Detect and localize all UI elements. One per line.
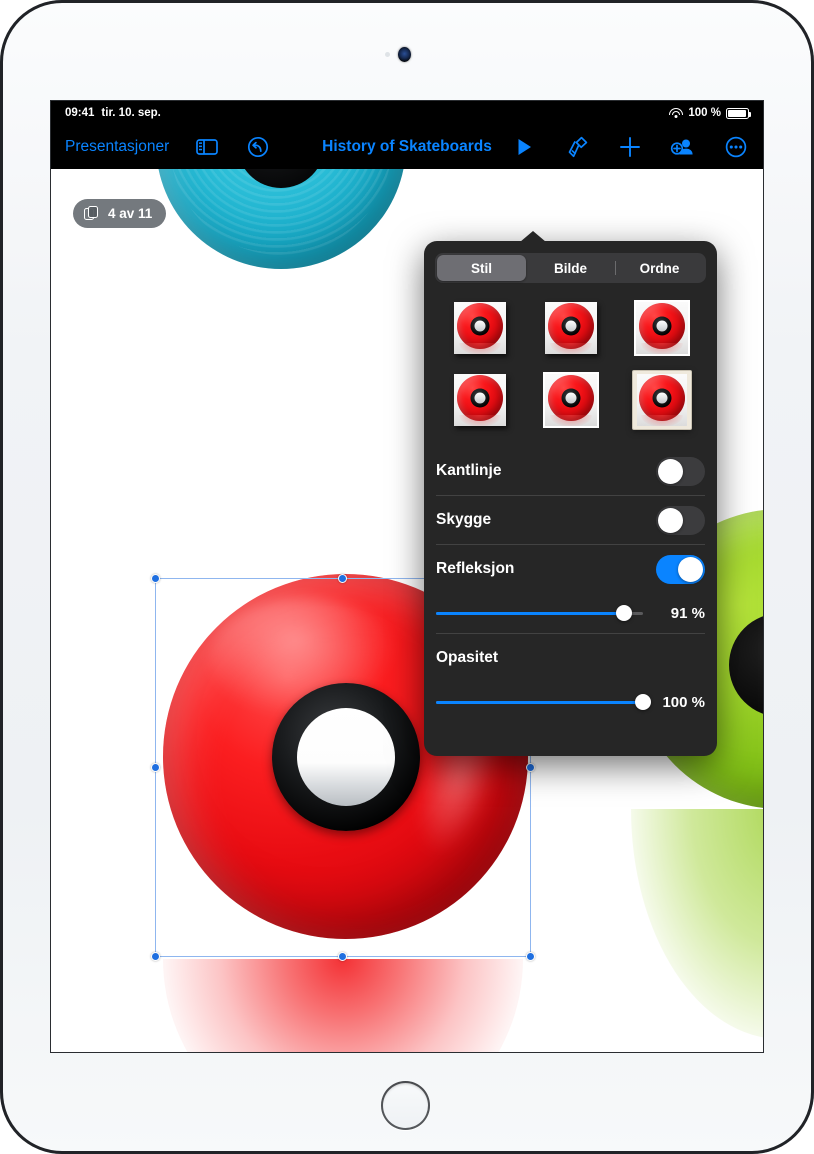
more-ellipsis-icon[interactable]	[723, 134, 749, 160]
ambient-light-sensor	[385, 52, 390, 57]
battery-icon	[726, 107, 752, 119]
refleksjon-label: Refleksjon	[436, 560, 515, 577]
refleksjon-slider[interactable]	[436, 603, 643, 623]
undo-icon[interactable]	[245, 134, 271, 160]
cyan-wheel-image[interactable]	[156, 169, 406, 269]
resize-handle-bottom-center[interactable]	[338, 952, 347, 961]
slide-counter-badge[interactable]: 4 av 11	[73, 199, 167, 228]
refleksjon-slider-row: 91 %	[436, 593, 705, 633]
tab-bilde[interactable]: Bilde	[526, 255, 615, 281]
back-to-presentations-button[interactable]: Presentasjoner	[65, 138, 169, 156]
play-icon[interactable]	[511, 134, 537, 160]
status-bar-right: 100 %	[669, 107, 752, 119]
style-option-3[interactable]	[633, 299, 691, 357]
refleksjon-slider-value: 91 %	[670, 604, 705, 622]
image-style-grid	[434, 299, 707, 429]
opasitet-slider[interactable]	[436, 692, 651, 712]
slide-stack-icon	[84, 205, 100, 222]
toolbar-right-group	[511, 134, 749, 160]
add-person-icon[interactable]	[670, 134, 696, 160]
refleksjon-toggle[interactable]	[656, 554, 705, 584]
opasitet-slider-knob[interactable]	[635, 694, 651, 710]
skygge-label: Skygge	[436, 511, 492, 528]
resize-handle-top-center[interactable]	[338, 574, 347, 583]
cyan-wheel-texture	[170, 169, 392, 255]
resize-handle-middle-right[interactable]	[526, 762, 535, 772]
style-option-6-selected[interactable]	[632, 371, 691, 429]
ipad-screen: 09:41 tir. 10. sep. 100 % History of Ska…	[51, 101, 763, 1052]
popover-tab-bar: Stil Bilde Ordne	[435, 253, 706, 283]
green-wheel-reflection	[631, 809, 763, 1039]
status-date: tir. 10. sep.	[101, 107, 161, 119]
kantlinje-toggle[interactable]	[656, 456, 705, 486]
status-time: 09:41	[65, 107, 95, 119]
opasitet-slider-row: 100 %	[436, 682, 705, 722]
app-toolbar: History of Skateboards Presentasjoner	[51, 125, 763, 169]
refleksjon-slider-fill	[436, 612, 625, 615]
row-kantlinje: Kantlinje	[436, 447, 705, 495]
popover-arrow	[520, 231, 546, 242]
slide-canvas[interactable]: 4 av 11 Stil Bilde Ordne Kantlinje Skygg…	[51, 169, 763, 1052]
red-wheel-reflection	[163, 959, 523, 1052]
popover-option-rows: Kantlinje Skygge Refleksjon 91 % Opasite…	[424, 447, 717, 722]
style-option-1[interactable]	[451, 299, 509, 357]
row-opasitet: Opasitet	[436, 634, 705, 682]
kantlinje-label: Kantlinje	[436, 462, 502, 479]
status-bar: 09:41 tir. 10. sep. 100 %	[51, 101, 763, 125]
style-option-5[interactable]	[542, 371, 600, 429]
refleksjon-toggle-knob	[678, 556, 703, 582]
resize-handle-bottom-left[interactable]	[151, 952, 160, 961]
row-refleksjon: Refleksjon	[436, 545, 705, 593]
slide-counter-label: 4 av 11	[108, 206, 153, 221]
resize-handle-middle-left[interactable]	[151, 762, 160, 772]
row-skygge: Skygge	[436, 496, 705, 544]
opasitet-slider-value: 100 %	[662, 693, 705, 711]
sidebar-icon[interactable]	[194, 134, 220, 160]
opasitet-slider-fill	[436, 701, 643, 704]
style-option-2[interactable]	[542, 299, 600, 357]
format-popover: Stil Bilde Ordne Kantlinje Skygge Reflek…	[424, 241, 717, 756]
tab-stil[interactable]: Stil	[437, 255, 526, 281]
toolbar-left-group: Presentasjoner	[65, 134, 271, 160]
home-button[interactable]	[381, 1081, 430, 1130]
skygge-toggle-knob	[658, 507, 683, 533]
kantlinje-toggle-knob	[658, 458, 683, 484]
status-bar-left: 09:41 tir. 10. sep.	[65, 107, 161, 119]
opasitet-label: Opasitet	[436, 649, 499, 666]
skygge-toggle[interactable]	[656, 505, 705, 535]
battery-percent-label: 100 %	[688, 107, 721, 119]
wifi-icon	[669, 108, 684, 119]
resize-handle-bottom-right[interactable]	[526, 952, 535, 961]
front-camera	[398, 47, 411, 62]
plus-icon[interactable]	[617, 134, 643, 160]
refleksjon-slider-knob[interactable]	[616, 605, 633, 621]
tab-ordne[interactable]: Ordne	[615, 255, 704, 281]
resize-handle-top-left[interactable]	[151, 574, 160, 583]
format-brush-icon[interactable]	[564, 134, 590, 160]
style-option-4[interactable]	[451, 371, 509, 429]
